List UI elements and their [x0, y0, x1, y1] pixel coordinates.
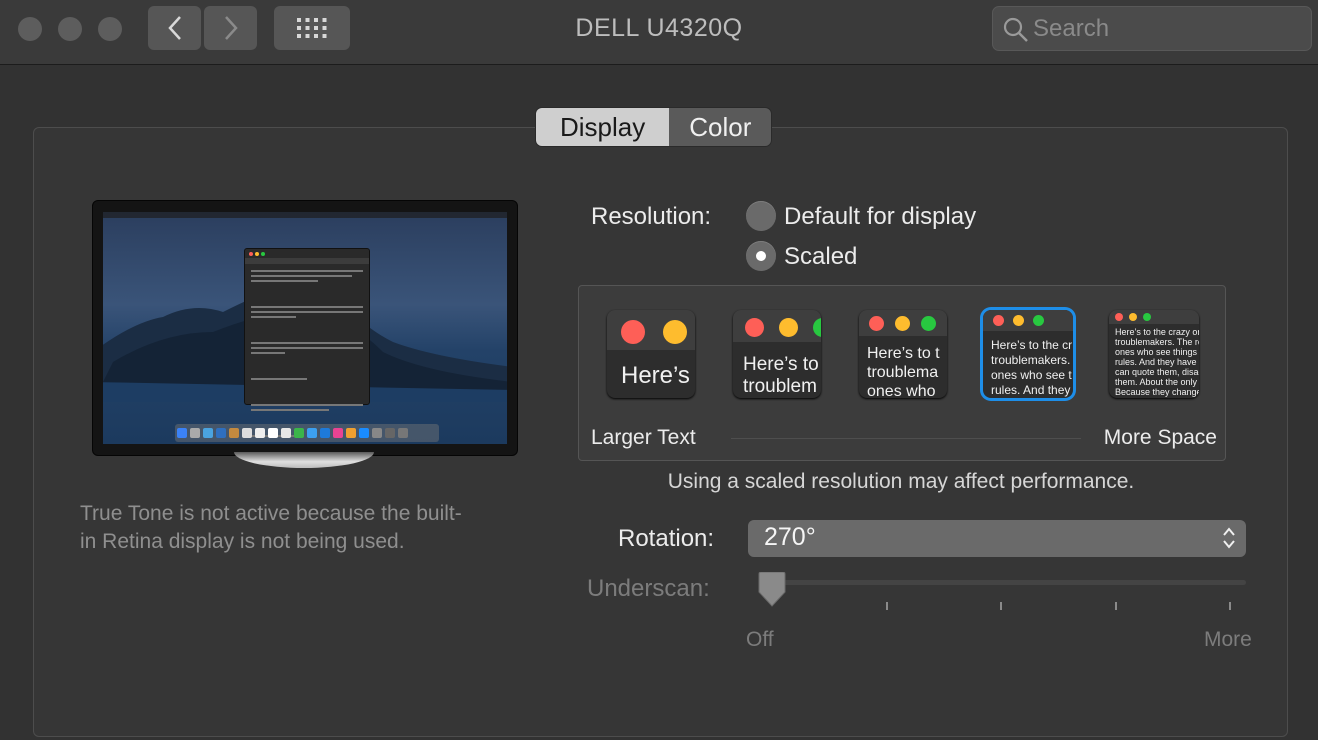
larger-text-label: Larger Text [591, 426, 696, 449]
search-icon [1003, 17, 1028, 42]
tab-bar: Display Color [536, 108, 772, 146]
underscan-label: Underscan: [587, 575, 710, 602]
updown-chevron-icon [1223, 527, 1235, 549]
scale-option-2[interactable]: Here’s to troublem [733, 310, 821, 398]
underscan-slider-track[interactable] [760, 580, 1246, 585]
scale-option-1[interactable]: Here’s [607, 310, 695, 398]
preview-dock [175, 424, 439, 442]
scale-option-5-text: Here’s to the crazy ones troublemakers. … [1115, 327, 1199, 397]
slider-tick [1115, 602, 1117, 610]
underscan-min-label: Off [746, 628, 774, 651]
slider-tick [1000, 602, 1002, 610]
scale-option-2-text: Here’s to troublem [743, 354, 819, 397]
slider-tick [1229, 602, 1231, 610]
scaled-resolution-picker: Here’s Here’s to troublem Here’s to t tr… [578, 285, 1226, 461]
display-preview [92, 200, 518, 456]
performance-note: Using a scaled resolution may affect per… [667, 470, 1135, 493]
preview-wallpaper [103, 212, 507, 444]
preview-window [244, 248, 370, 437]
true-tone-note: True Tone is not active because the buil… [80, 502, 462, 553]
radio-scaled-label[interactable]: Scaled [784, 243, 857, 271]
preview-text-lines [251, 267, 363, 444]
scale-option-5[interactable]: Here’s to the crazy ones troublemakers. … [1109, 310, 1199, 398]
resolution-label: Resolution: [591, 203, 712, 230]
radio-default-label[interactable]: Default for display [784, 203, 976, 231]
radio-scaled[interactable] [746, 241, 776, 271]
scale-option-1-text: Here’s [621, 362, 690, 389]
slider-tick [886, 602, 888, 610]
scale-option-4-text: Here’s to the cr troublemakers. ones who… [991, 338, 1073, 397]
scale-option-3-text: Here’s to t troublema ones who [867, 345, 940, 398]
title-bar: DELL U4320Q [0, 0, 1318, 65]
rotation-label: Rotation: [618, 525, 715, 552]
search-field[interactable] [992, 6, 1312, 51]
rotation-value: 270° [764, 523, 816, 551]
radio-default-for-display[interactable] [746, 201, 776, 231]
search-input[interactable] [1031, 11, 1305, 47]
scale-divider [731, 438, 1081, 439]
scale-option-4[interactable]: Here’s to the cr troublemakers. ones who… [983, 310, 1073, 398]
more-space-label: More Space [1103, 426, 1217, 449]
tab-color[interactable]: Color [669, 108, 772, 146]
underscan-max-label: More [1204, 628, 1252, 651]
underscan-slider-knob[interactable] [757, 572, 787, 608]
rotation-popup[interactable]: 270° [748, 520, 1246, 557]
scale-option-3[interactable]: Here’s to t troublema ones who [859, 310, 947, 398]
tab-display[interactable]: Display [536, 108, 670, 146]
preview-menubar [103, 212, 507, 218]
